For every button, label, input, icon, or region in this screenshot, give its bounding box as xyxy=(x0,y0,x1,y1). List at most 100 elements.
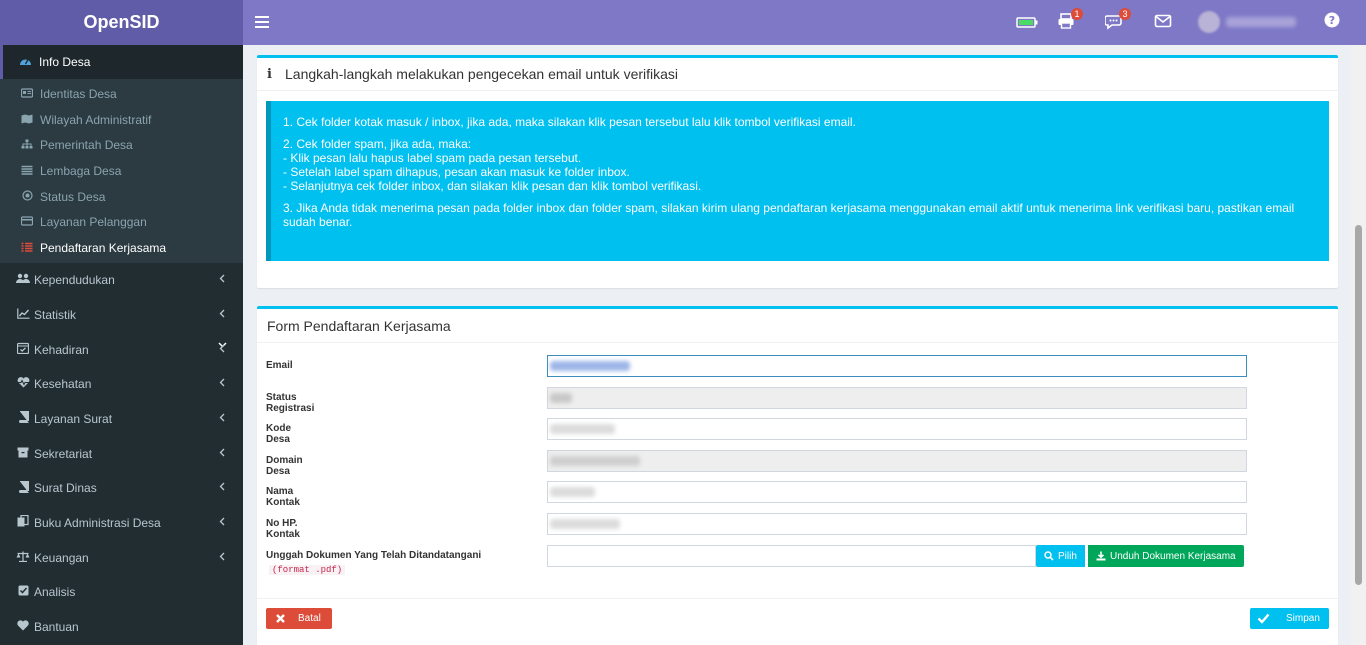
archive-icon xyxy=(16,447,30,461)
users-icon xyxy=(16,273,30,287)
sidebar-submenu: Identitas Desa Wilayah Administratif Pemer… xyxy=(0,79,243,263)
sidebar-item-label: Keuangan xyxy=(34,550,89,565)
app-brand[interactable]: OpenSID xyxy=(0,0,243,45)
step-3: 3. Jika Anda tidak menerima pesan pada f… xyxy=(283,201,1295,229)
heart-icon xyxy=(16,620,30,634)
username-blurred xyxy=(1226,17,1296,27)
check-icon xyxy=(1257,613,1270,624)
chevron-left-icon xyxy=(219,448,225,460)
sidebar-sub-item-label: Layanan Pelanggan xyxy=(40,215,147,230)
verification-callout: 1. Cek folder kotak masuk / inbox, jika … xyxy=(266,101,1329,261)
id-card-icon xyxy=(20,87,34,101)
list-icon xyxy=(20,164,34,178)
page-scrollbar[interactable] xyxy=(1351,45,1366,645)
sidebar-item-label: Sekretariat xyxy=(34,446,93,461)
sidebar-sub-item[interactable]: Pemerintah Desa xyxy=(0,132,243,158)
step-2-b: - Setelah label spam dihapus, pesan akan… xyxy=(283,165,630,179)
email-field[interactable] xyxy=(547,355,1247,377)
step-2-head: 2. Cek folder spam, jika ada, maka: xyxy=(283,137,472,151)
simpan-button[interactable]: Simpan xyxy=(1250,608,1329,629)
printer-icon[interactable]: 1 xyxy=(1057,8,1083,32)
user-menu[interactable] xyxy=(1198,10,1303,34)
sidebar-item[interactable]: Bantuan xyxy=(0,610,243,645)
form-footer-divider xyxy=(257,598,1338,599)
download-icon xyxy=(1096,551,1106,561)
close-icon xyxy=(276,614,285,623)
chevron-left-icon xyxy=(219,552,225,564)
nama-field[interactable] xyxy=(547,481,1247,503)
pilih-label: Pilih xyxy=(1058,550,1077,562)
sidebar-sub-item[interactable]: Lembaga Desa xyxy=(0,158,243,184)
line-chart-icon xyxy=(16,308,30,322)
chevron-left-icon xyxy=(219,378,225,390)
sidebar: Info Desa Identitas Desa Wilayah Administ… xyxy=(0,45,243,645)
sidebar-sub-item[interactable]: Status Desa xyxy=(0,184,243,210)
menu-toggle-icon[interactable] xyxy=(255,13,269,31)
pilih-button[interactable]: Pilih xyxy=(1036,545,1085,567)
sidebar-item[interactable]: Statistik xyxy=(0,298,243,333)
sidebar-item[interactable]: Sekretariat xyxy=(0,436,243,471)
kode-field[interactable] xyxy=(547,418,1247,440)
sidebar-sub-item-label: Pendaftaran Kerjasama xyxy=(40,240,167,255)
sidebar-item[interactable]: Surat Dinas xyxy=(0,471,243,506)
battery-icon[interactable] xyxy=(1016,12,1038,32)
chat-icon[interactable]: 3 xyxy=(1104,8,1131,32)
step-2-a: - Klik pesan lalu hapus label spam pada … xyxy=(283,151,582,165)
nama-label: Nama Kontak xyxy=(266,486,300,508)
sidebar-sub-item-label: Status Desa xyxy=(40,189,106,204)
envelope-icon[interactable] xyxy=(1154,12,1176,32)
batal-button[interactable]: Batal xyxy=(266,608,332,629)
sidebar-group-label: Info Desa xyxy=(39,55,91,69)
sidebar-sub-item-label: Identitas Desa xyxy=(40,86,117,101)
calendar-check-icon xyxy=(16,342,30,357)
info-box-title: Langkah-langkah melakukan pengecekan ema… xyxy=(285,66,679,82)
sidebar-sub-item[interactable]: Wilayah Administratif xyxy=(0,107,243,133)
sidebar-sub-item-label: Lembaga Desa xyxy=(40,163,122,178)
sitemap-icon xyxy=(20,138,34,152)
domain-label: Domain Desa xyxy=(266,455,303,477)
dashboard-icon xyxy=(19,55,33,69)
sidebar-menu: Kependudukan Statistik Kehadiran Kesehatan L… xyxy=(0,263,243,645)
sidebar-item[interactable]: Layanan Surat xyxy=(0,402,243,437)
info-box-header: i Langkah-langkah melakukan pengecekan e… xyxy=(257,58,1338,91)
dot-circle-icon xyxy=(20,189,34,204)
unduh-label: Unduh Dokumen Kerjasama xyxy=(1110,550,1236,562)
form-box: Form Pendaftaran Kerjasama Email Status … xyxy=(257,306,1338,645)
email-label: Email xyxy=(266,360,293,371)
help-icon[interactable]: ? xyxy=(1324,12,1346,32)
step-1: 1. Cek folder kotak masuk / inbox, jika … xyxy=(283,115,856,129)
unduh-dokumen-button[interactable]: Unduh Dokumen Kerjasama xyxy=(1088,545,1244,567)
sidebar-sub-item-label: Pemerintah Desa xyxy=(40,138,133,153)
sidebar-item-label: Kependudukan xyxy=(34,273,115,288)
sidebar-group-info-desa[interactable]: Info Desa xyxy=(0,45,243,348)
info-box: i Langkah-langkah melakukan pengecekan e… xyxy=(257,55,1338,288)
sidebar-sub-item[interactable]: Layanan Pelanggan xyxy=(0,209,243,235)
search-icon xyxy=(1044,551,1054,561)
sidebar-item-label: Layanan Surat xyxy=(34,411,113,426)
heartbeat-icon xyxy=(16,377,30,391)
batal-label: Batal xyxy=(298,613,321,624)
sidebar-sub-item-label: Wilayah Administratif xyxy=(40,112,152,127)
sidebar-item-label: Analisis xyxy=(34,585,76,600)
upload-row: Unggah Dokumen Yang Telah Ditandatangani… xyxy=(266,545,1266,585)
sidebar-item[interactable]: Keuangan xyxy=(0,540,243,575)
hp-field[interactable] xyxy=(547,513,1247,535)
sidebar-item[interactable]: Kependudukan xyxy=(0,263,243,298)
chevron-left-icon xyxy=(219,482,225,494)
sidebar-item[interactable]: Buku Administrasi Desa xyxy=(0,506,243,541)
format-hint: (format .pdf) xyxy=(269,565,346,575)
sidebar-sub-item[interactable]: Pendaftaran Kerjasama xyxy=(0,235,243,261)
sidebar-item[interactable]: Kesehatan xyxy=(0,367,243,402)
chevron-left-icon xyxy=(219,309,225,321)
sidebar-item-label: Bantuan xyxy=(34,620,79,635)
upload-label: Unggah Dokumen Yang Telah Ditandatangani xyxy=(266,550,482,561)
file-path-field[interactable] xyxy=(547,545,1036,567)
hp-label: No HP. Kontak xyxy=(266,518,300,540)
simpan-label: Simpan xyxy=(1286,613,1320,624)
sidebar-sub-item[interactable]: Identitas Desa xyxy=(0,81,243,107)
form-header: Form Pendaftaran Kerjasama xyxy=(257,309,1338,343)
sidebar-item[interactable]: Kehadiran xyxy=(0,332,243,367)
sidebar-item[interactable]: Analisis xyxy=(0,575,243,610)
scrollbar-thumb[interactable] xyxy=(1355,225,1362,585)
kode-label: Kode Desa xyxy=(266,423,291,445)
